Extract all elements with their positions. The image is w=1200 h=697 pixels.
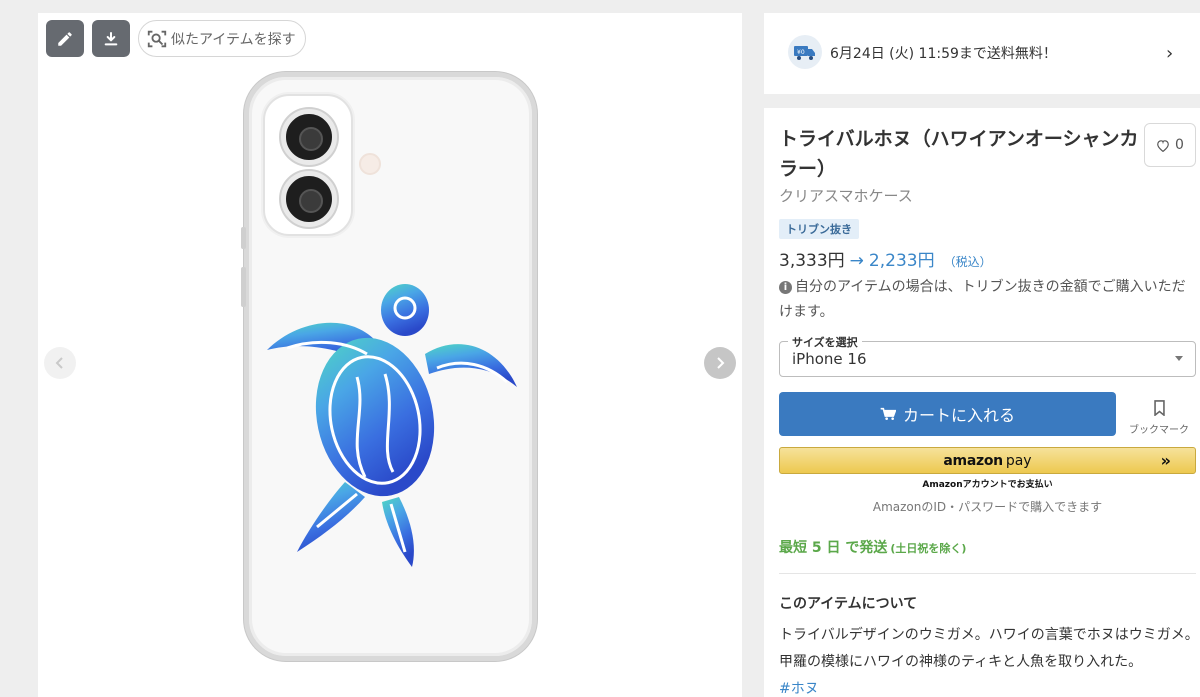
- phone-case-image: [241, 72, 537, 661]
- product-title: トライバルホヌ（ハワイアンオーシャンカラー）: [779, 128, 1139, 180]
- amazon-pay-text: pay: [1005, 452, 1032, 469]
- free-shipping-banner[interactable]: ¥0 6月24日 (火) 11:59まで送料無料！ ›: [764, 13, 1200, 94]
- image-toolbar: 似たアイテムを探す: [46, 20, 306, 57]
- favorite-button[interactable]: 0: [1144, 123, 1196, 167]
- visual-search-icon: [147, 30, 167, 47]
- truck-icon: ¥0: [794, 46, 815, 60]
- info-icon: i: [779, 281, 792, 294]
- pencil-icon: [58, 31, 72, 46]
- amazon-logo: amazon: [943, 452, 1003, 469]
- hashtag-link[interactable]: #ホヌ: [779, 678, 819, 697]
- phone-side-button: [241, 267, 246, 307]
- camera-module: [263, 94, 353, 236]
- price-tax: （税込）: [943, 255, 992, 269]
- camera-flash: [359, 153, 381, 175]
- heart-icon: [1157, 139, 1169, 152]
- camera-lens: [281, 109, 337, 165]
- product-category: クリアスマホケース: [779, 187, 913, 205]
- free-shipping-text: 6月24日 (火) 11:59まで送料無料！: [830, 46, 1057, 62]
- add-to-cart-label: カートに入れる: [902, 406, 1015, 425]
- owner-price-note: i 自分のアイテムの場合は、トリブン抜きの金額でご購入いただけます。: [779, 275, 1194, 325]
- chevron-right-icon: ›: [1166, 43, 1174, 64]
- chevron-left-icon: [55, 357, 63, 369]
- download-icon: [104, 31, 118, 45]
- dropdown-arrow-icon: [1175, 356, 1183, 361]
- bookmark-button[interactable]: ブックマーク: [1124, 400, 1194, 436]
- chevron-right-icon: [717, 357, 725, 369]
- svg-text:¥0: ¥0: [797, 49, 805, 56]
- shipping-estimate-text: 最短 5 日 で発送: [779, 540, 888, 556]
- double-chevron-icon: »: [1160, 451, 1171, 470]
- size-select-label: サイズを選択: [788, 334, 862, 350]
- divider: [779, 573, 1196, 574]
- find-similar-label: 似たアイテムを探す: [171, 31, 296, 48]
- next-image-button[interactable]: [704, 347, 736, 379]
- cart-icon: [880, 407, 896, 420]
- about-heading: このアイテムについて: [779, 596, 918, 612]
- price-sale: 2,233円: [868, 251, 935, 271]
- size-select-value: iPhone 16: [792, 350, 867, 368]
- free-shipping-truck-icon: ¥0: [788, 35, 822, 69]
- phone-side-button: [241, 227, 246, 249]
- bookmark-label: ブックマーク: [1129, 425, 1189, 436]
- previous-image-button[interactable]: [44, 347, 76, 379]
- download-button[interactable]: [92, 20, 130, 57]
- turtle-artwork: [267, 284, 517, 567]
- add-to-cart-button[interactable]: カートに入れる: [779, 392, 1116, 436]
- price: 3,333円 → 2,233円 （税込）: [779, 246, 992, 271]
- product-info-panel: トライバルホヌ（ハワイアンオーシャンカラー） 0 クリアスマホケース トリブン抜…: [764, 108, 1200, 697]
- price-arrow: →: [849, 251, 864, 271]
- owner-price-note-text: 自分のアイテムの場合は、トリブン抜きの金額でご購入いただけます。: [779, 279, 1186, 320]
- bookmark-icon: [1153, 400, 1165, 417]
- size-select[interactable]: サイズを選択 iPhone 16: [779, 334, 1196, 377]
- shipping-estimate: 最短 5 日 で発送 (土日祝を除く): [779, 537, 966, 557]
- amazon-pay-note: AmazonのID・パスワードで購入できます: [872, 500, 1103, 514]
- product-image-viewer: 似たアイテムを探す: [38, 13, 742, 697]
- camera-lens: [281, 171, 337, 227]
- amazon-pay-caption: Amazonアカウントでお支払い: [922, 480, 1053, 490]
- price-original: 3,333円: [779, 251, 845, 271]
- find-similar-button[interactable]: 似たアイテムを探す: [138, 20, 306, 57]
- favorite-count: 0: [1175, 137, 1184, 153]
- edit-button[interactable]: [46, 20, 84, 57]
- tribun-badge: トリブン抜き: [779, 219, 859, 239]
- shipping-estimate-note: (土日祝を除く): [890, 542, 967, 555]
- about-description: トライバルデザインのウミガメ。ハワイの言葉でホヌはウミガメ。甲羅の模様にハワイの…: [779, 627, 1199, 670]
- amazon-pay-button[interactable]: amazon pay »: [779, 447, 1196, 474]
